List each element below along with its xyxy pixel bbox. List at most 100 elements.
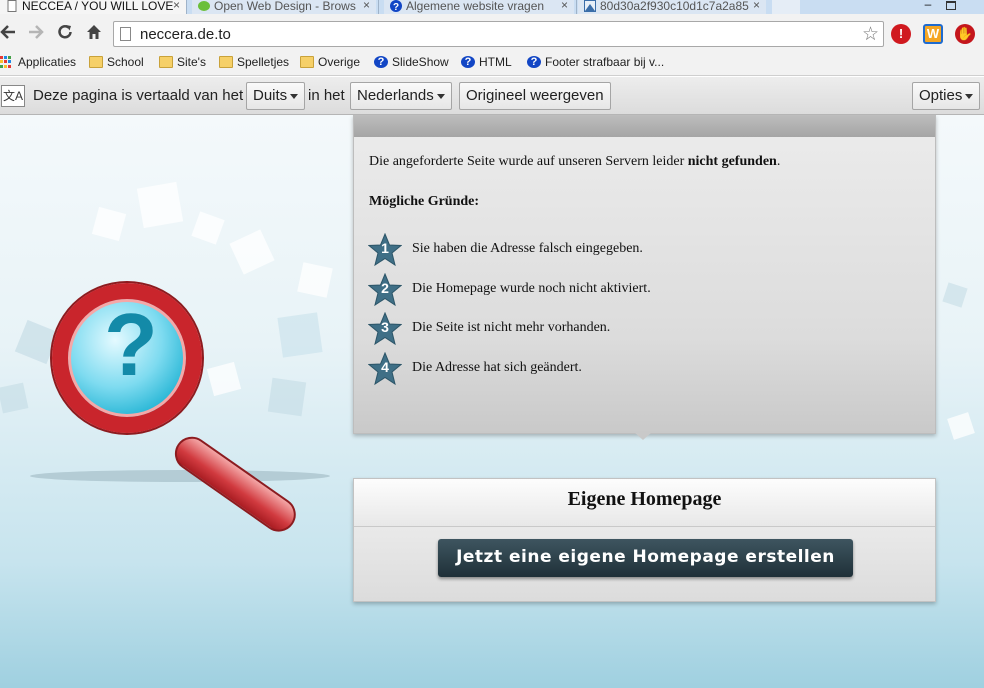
translate-prefix: Deze pagina is vertaald van het	[33, 87, 244, 104]
tab-separator	[186, 0, 187, 14]
bookmark-overige[interactable]: Overige	[300, 55, 360, 71]
homepage-card: Eigene Homepage Jetzt eine eigene Homepa…	[353, 478, 936, 602]
forward-arrow-icon[interactable]	[26, 22, 46, 42]
reason-item: 4 Die Adresse hat sich geändert.	[368, 352, 908, 386]
adblock-icon[interactable]: !	[891, 24, 911, 44]
tab-label: Algemene website vragen	[406, 0, 545, 13]
background-tile	[191, 211, 225, 245]
tab-close-icon[interactable]: ×	[753, 0, 760, 11]
tab-close-icon[interactable]: ×	[173, 0, 180, 11]
help-icon: ?	[461, 56, 475, 68]
reason-text: Sie haben die Adresse falsch eingegeben.	[412, 241, 643, 256]
bookmark-school[interactable]: School	[89, 55, 144, 71]
reason-number: 3	[381, 319, 389, 335]
background-tile	[91, 206, 127, 242]
window-minimize-icon[interactable]: –	[922, 0, 934, 12]
bookmark-label: Spelletjes	[237, 55, 290, 69]
translate-bar: 文A Deze pagina is vertaald van het Duits…	[0, 77, 984, 115]
tab-image[interactable]: 80d30a2f930c10d1c7a2a85 ×	[578, 0, 766, 14]
target-language-select[interactable]: Nederlands	[350, 82, 452, 110]
chevron-down-icon	[436, 93, 445, 99]
svg-text:?: ?	[393, 2, 399, 12]
magnifier-shadow	[30, 470, 330, 482]
reason-text: Die Homepage wurde noch nicht aktiviert.	[412, 281, 651, 296]
reason-number: 1	[381, 240, 389, 256]
chevron-down-icon	[965, 93, 974, 99]
tab-neccea[interactable]: NECCEA / YOU WILL LOVE ×	[0, 0, 186, 14]
reason-item: 2 Die Homepage wurde noch nicht aktivier…	[368, 273, 908, 307]
tab-label: 80d30a2f930c10d1c7a2a85	[600, 0, 749, 13]
bookmark-html[interactable]: ? HTML	[461, 55, 512, 71]
stop-hand-icon[interactable]: ✋	[955, 24, 975, 44]
tab-label: Open Web Design - Brows	[214, 0, 356, 13]
background-tile	[277, 312, 323, 358]
reason-number: 2	[381, 280, 389, 296]
bookmark-label: School	[107, 55, 144, 69]
tab-close-icon[interactable]: ×	[561, 0, 568, 11]
background-tile	[297, 262, 333, 298]
folder-icon	[89, 56, 103, 68]
reason-item: 3 Die Seite ist nicht mehr vorhanden.	[368, 312, 908, 346]
bookmark-spelletjes[interactable]: Spelletjes	[219, 55, 289, 71]
background-tile	[229, 229, 275, 275]
folder-icon	[300, 56, 314, 68]
reason-text: Die Adresse hat sich geändert.	[412, 360, 582, 375]
address-bar[interactable]: neccera.de.to ☆	[113, 21, 884, 47]
bookmark-label: Overige	[318, 55, 361, 69]
help-icon: ?	[390, 0, 402, 12]
show-original-button[interactable]: Origineel weergeven	[459, 82, 611, 110]
card-pointer	[634, 432, 652, 440]
error-message-text: Die angeforderte Seite wurde auf unseren…	[369, 154, 688, 169]
error-message-bold: nicht gefunden	[687, 154, 777, 169]
translate-middle: in het	[308, 87, 345, 104]
address-url[interactable]: neccera.de.to	[140, 26, 231, 43]
page-content: ? Die angeforderte Seite wurde auf unser…	[0, 115, 984, 688]
background-tile	[136, 181, 184, 229]
w-extension-icon[interactable]: W	[923, 24, 943, 44]
bookmark-label: SlideShow	[392, 55, 449, 69]
bookmark-applicaties[interactable]: Applicaties	[0, 55, 76, 71]
options-label: Opties	[919, 87, 963, 104]
reason-item: 1 Sie haben die Adresse falsch eingegebe…	[368, 233, 908, 267]
bookmark-label: HTML	[479, 55, 512, 69]
tab-label: NECCEA / YOU WILL LOVE	[22, 0, 174, 13]
bookmark-label: Footer strafbaar bij v...	[545, 55, 665, 69]
folder-icon	[159, 56, 173, 68]
create-homepage-button[interactable]: Jetzt eine eigene Homepage erstellen	[438, 539, 853, 577]
home-icon[interactable]	[84, 22, 104, 42]
error-card: Die angeforderte Seite wurde auf unseren…	[353, 115, 936, 440]
background-tile	[942, 282, 968, 308]
homepage-card-title: Eigene Homepage	[354, 479, 935, 527]
tab-close-icon[interactable]: ×	[363, 0, 370, 11]
leaf-icon	[198, 1, 210, 11]
tab-open-web-design[interactable]: Open Web Design - Brows ×	[192, 0, 376, 14]
bookmark-star-icon[interactable]: ☆	[862, 23, 879, 46]
image-icon	[584, 0, 596, 12]
bookmark-footer-strafbaar[interactable]: ? Footer strafbaar bij v...	[527, 55, 664, 71]
tab-algemene-website-vragen[interactable]: ? Algemene website vragen ×	[384, 0, 574, 14]
bookmark-label: Applicaties	[18, 55, 77, 69]
bookmark-label: Site's	[177, 55, 206, 69]
back-arrow-icon[interactable]	[0, 22, 18, 42]
bookmark-slideshow[interactable]: ? SlideShow	[374, 55, 449, 71]
source-language-select[interactable]: Duits	[246, 82, 306, 110]
chevron-down-icon	[290, 93, 299, 99]
background-tile	[206, 361, 242, 397]
reload-icon[interactable]	[55, 22, 75, 42]
background-tile	[947, 412, 975, 440]
error-message: Die angeforderte Seite wurde auf unseren…	[369, 154, 780, 170]
error-card-header	[354, 116, 935, 137]
translate-icon: 文A	[1, 85, 25, 107]
bookmark-sites[interactable]: Site's	[159, 55, 206, 71]
browser-toolbar: neccera.de.to ☆ ! W ✋	[0, 14, 984, 50]
help-icon: ?	[374, 56, 388, 68]
help-icon: ?	[527, 56, 541, 68]
source-language-label: Duits	[253, 87, 288, 104]
options-button[interactable]: Opties	[912, 82, 981, 110]
new-tab-button[interactable]	[772, 0, 800, 14]
reasons-heading: Mögliche Gründe:	[369, 194, 480, 209]
question-mark-icon: ?	[104, 295, 158, 394]
reason-text: Die Seite ist nicht mehr vorhanden.	[412, 320, 611, 335]
window-maximize-icon[interactable]	[946, 1, 956, 10]
page-icon	[120, 27, 131, 41]
